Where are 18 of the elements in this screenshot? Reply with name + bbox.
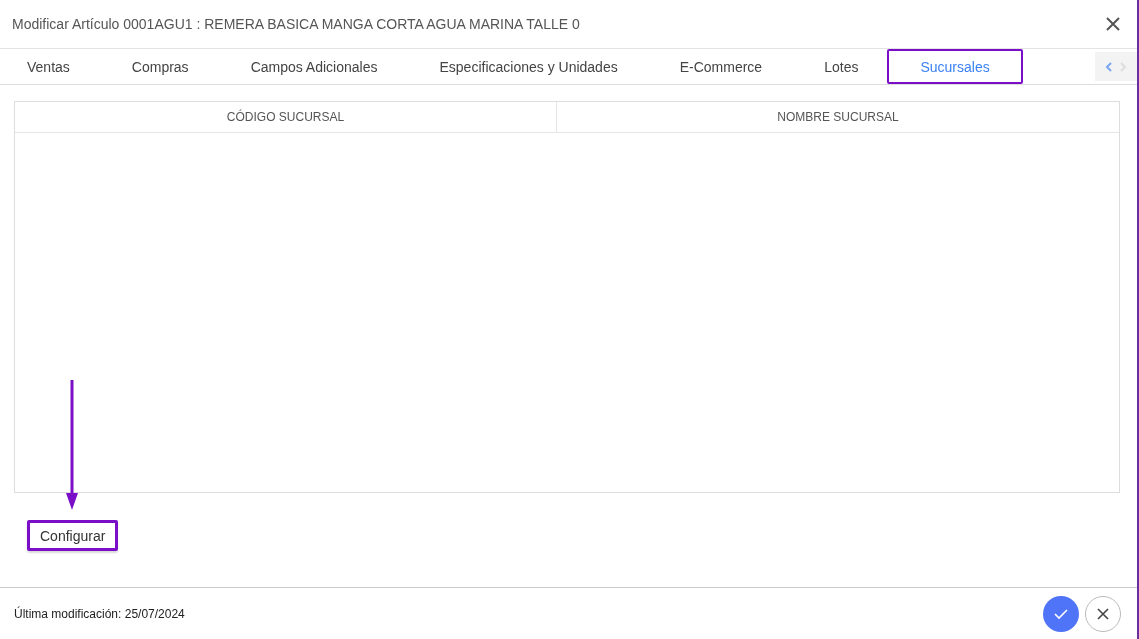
column-header: NOMBRE SUCURSAL [776,109,900,126]
last-modified-text: Última modificación: 25/07/2024 [14,606,185,621]
cancel-button[interactable] [1085,595,1121,632]
chevron-left-icon[interactable] [1105,61,1113,72]
configure-button[interactable]: Configurar [27,520,119,551]
window-title: Modificar Artículo 0001AGU1 : REMERA BASICA MANGA CORTA AGUA MARINA TALLE 0 [12,16,581,32]
tab[interactable]: Especificaciones y Unidades [408,49,649,84]
tab[interactable]: Compras [100,49,220,84]
tab[interactable]: Campos Adicionales [219,49,409,84]
tab[interactable]: Sucursales [887,49,1023,84]
column-header: CÓDIGO SUCURSAL [15,102,557,132]
tab[interactable]: Lotes [793,49,890,84]
close-icon [1097,607,1109,620]
tab[interactable]: E-Commerce [648,49,794,84]
close-icon[interactable] [1105,16,1121,32]
check-icon [1054,607,1068,620]
tab[interactable]: Ventas [0,49,101,84]
confirm-button[interactable] [1043,595,1079,632]
